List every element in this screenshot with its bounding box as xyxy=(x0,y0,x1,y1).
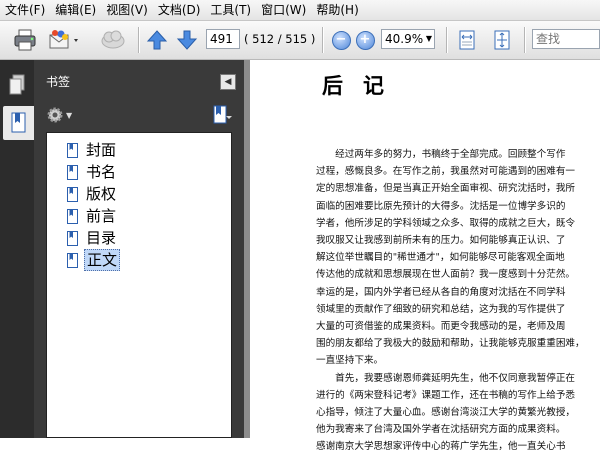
page-count-label: ( 512 / 515 ) xyxy=(244,32,316,46)
bookmarks-panel: 书签 ◀ ▼ 封面书名版权前言目录正文 xyxy=(34,60,244,438)
text-line: 经过两年多的努力，书稿终于全部完成。回顾整个写作 xyxy=(316,149,566,160)
text-line: 领域里的贡献作了细致的研究和总结，这为我的写作提供了 xyxy=(316,303,566,315)
bookmark-item[interactable]: 书名 xyxy=(67,161,118,183)
bookmark-item[interactable]: 前言 xyxy=(67,205,118,227)
print-button[interactable] xyxy=(10,27,40,53)
toolbar: ( 512 / 515 ) − + 40.9% ▼ xyxy=(0,21,600,60)
pages-panel-button[interactable] xyxy=(3,68,31,102)
menu-edit[interactable]: 编辑(E) xyxy=(50,0,101,20)
bookmark-icon xyxy=(67,164,78,180)
menu-window[interactable]: 窗口(W) xyxy=(256,0,311,20)
envelope-people-icon xyxy=(49,30,78,49)
zoom-value: 40.9% xyxy=(385,32,424,46)
document-page: 后记 经过两年多的努力，书稿终于全部完成。回顾整个写作 过程，感慨良多。在写作之前… xyxy=(250,60,600,452)
plus-icon: + xyxy=(355,30,375,50)
options-button[interactable]: ▼ xyxy=(46,106,72,124)
bookmark-item[interactable]: 目录 xyxy=(67,227,118,249)
search-input[interactable] xyxy=(532,29,600,49)
bookmark-item[interactable]: 封面 xyxy=(67,139,118,161)
pages-icon xyxy=(9,74,25,95)
collaborate-button[interactable] xyxy=(98,27,128,53)
bookmark-icon xyxy=(67,142,78,158)
bookmark-icon xyxy=(11,112,25,133)
arrow-down-icon xyxy=(176,30,198,50)
minus-icon: − xyxy=(331,30,351,50)
bookmark-expand-icon xyxy=(213,105,232,124)
navigation-strip xyxy=(0,60,34,438)
arrow-up-icon xyxy=(146,30,168,50)
text-line: 我叹服又让我感到前所未有的压力。如何能够真正认识、了 xyxy=(316,235,566,246)
collapse-panel-button[interactable]: ◀ xyxy=(220,74,236,90)
menu-tools[interactable]: 工具(T) xyxy=(205,0,256,20)
bookmarks-panel-button[interactable] xyxy=(3,106,34,140)
text-line: 传达他的成就和思想展现在世人面前？我一度感到十分茫然。 xyxy=(316,269,576,281)
zoom-in-button[interactable]: + xyxy=(355,27,375,53)
chevron-down-icon: ▼ xyxy=(425,34,432,43)
text-line: 围的朋友都给了我极大的鼓励和帮助，让我能够克服重重困难， xyxy=(316,338,585,350)
bookmark-icon xyxy=(67,252,78,268)
zoom-select[interactable]: 40.9% ▼ xyxy=(381,29,435,49)
text-line: 幸运的是，国内外学者已经从各自的角度对沈括在不同学科 xyxy=(316,286,566,298)
bookmark-label: 目录 xyxy=(86,229,117,247)
bookmark-label: 封面 xyxy=(86,141,117,159)
text-line: 一直坚持下来。 xyxy=(316,355,384,367)
panel-title: 书签 xyxy=(46,75,71,89)
share-button[interactable] xyxy=(46,27,82,53)
text-line: 面临的困难要比原先预计的大得多。沈括是一位博学多识的 xyxy=(316,200,566,212)
previous-page-button[interactable] xyxy=(145,27,169,53)
bookmark-label: 版权 xyxy=(86,185,117,203)
printer-icon xyxy=(14,29,36,51)
chevron-down-icon: ▼ xyxy=(66,110,73,120)
menu-file[interactable]: 文件(F) xyxy=(0,0,50,20)
gear-icon xyxy=(47,107,63,123)
text-line: 首先，我要感谢恩师龚延明先生，他不仅同意我暂停正在 xyxy=(316,372,576,384)
fit-page-icon xyxy=(494,30,510,50)
text-line: 学者，他所涉足的学科领域之众多、取得的成就之巨大，既令 xyxy=(316,217,576,229)
text-line: 定的思想准备，但是当真正开始全面审视、研究沈括时，我所 xyxy=(316,183,576,195)
text-line: 心指导，倾注了大量心血。感谢台湾淡江大学的黄繁光教授， xyxy=(316,407,576,418)
text-line: 感谢南京大学思想家评传中心的蒋广学先生，他一直关心书 xyxy=(316,441,566,453)
text-line: 他为我寄来了台湾及国外学者在沈括研究方面的成果资料。 xyxy=(316,424,566,436)
bookmark-tree: 封面书名版权前言目录正文 xyxy=(46,132,232,438)
bookmark-item[interactable]: 版权 xyxy=(67,183,118,205)
fit-width-button[interactable] xyxy=(455,27,479,53)
menu-help[interactable]: 帮助(H) xyxy=(311,0,363,20)
bookmark-item[interactable]: 正文 xyxy=(67,249,121,271)
zoom-out-button[interactable]: − xyxy=(331,27,351,53)
page-number-input[interactable] xyxy=(206,29,240,49)
menu-bar: 文件(F) 编辑(E) 视图(V) 文档(D) 工具(T) 窗口(W) 帮助(H… xyxy=(0,0,600,21)
next-page-button[interactable] xyxy=(175,27,199,53)
chevron-left-icon: ◀ xyxy=(224,77,232,87)
fit-page-button[interactable] xyxy=(490,27,514,53)
page-title: 后记 xyxy=(322,73,404,98)
bookmark-icon xyxy=(67,208,78,224)
text-line: 进行的《两宋登科记考》课题工作，还在书稿的写作上给予悉 xyxy=(316,389,576,401)
document-view[interactable]: 后记 经过两年多的努力，书稿终于全部完成。回顾整个写作 过程，感慨良多。在写作之前… xyxy=(244,60,600,452)
bookmark-label: 正文 xyxy=(84,249,121,271)
menu-view[interactable]: 视图(V) xyxy=(101,0,153,20)
cloud-icon xyxy=(101,30,125,49)
bookmark-label: 前言 xyxy=(86,207,117,225)
fit-width-icon xyxy=(459,30,475,50)
bookmark-label: 书名 xyxy=(86,163,117,181)
text-line: 解这位举世瞩目的"稀世通才"，如何能够尽可能客观全面地 xyxy=(316,252,565,264)
bookmark-icon xyxy=(67,230,78,246)
bookmark-icon xyxy=(67,186,78,202)
menu-document[interactable]: 文档(D) xyxy=(153,0,206,20)
text-line: 过程，感慨良多。在写作之前，我虽然对可能遇到的困难有一 xyxy=(316,166,576,178)
panel-toolbar: ▼ xyxy=(34,102,244,130)
text-line: 大量的可资借鉴的成果资料。而更令我感动的是，老师及周 xyxy=(316,321,566,332)
expand-bookmark-button[interactable] xyxy=(212,104,234,129)
